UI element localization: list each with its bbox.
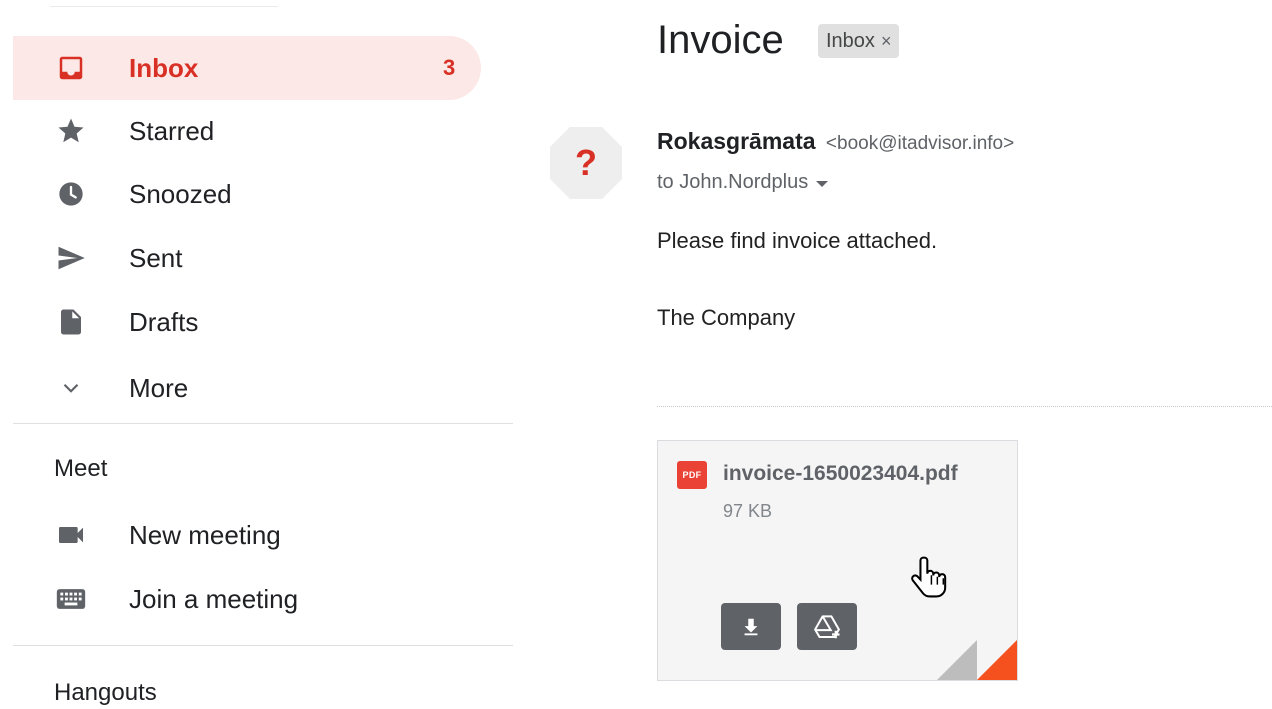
sidebar-item-label: More bbox=[129, 372, 189, 403]
add-to-drive-icon bbox=[814, 614, 840, 638]
attachment-size: 97 KB bbox=[723, 501, 773, 521]
unread-count-badge: 3 bbox=[443, 55, 456, 80]
clock-icon bbox=[53, 176, 89, 212]
email-signature: The Company bbox=[657, 305, 796, 330]
sidebar-divider bbox=[13, 423, 513, 424]
sidebar-item-label: Inbox bbox=[129, 52, 199, 83]
attachment-filename: invoice-1650023404.pdf bbox=[723, 462, 958, 485]
sidebar-item-label: Snoozed bbox=[129, 178, 232, 209]
email-subject: Invoice bbox=[657, 18, 784, 62]
label-chip-inbox[interactable]: Inbox × bbox=[818, 24, 900, 58]
pdf-icon: PDF bbox=[677, 461, 707, 489]
email-body-line: Please find invoice attached. bbox=[657, 228, 938, 253]
sender-email: <book@itadvisor.info> bbox=[825, 133, 1015, 154]
save-to-drive-button[interactable] bbox=[797, 603, 857, 650]
sidebar-item-new-meeting[interactable]: New meeting bbox=[13, 503, 481, 567]
video-camera-icon bbox=[53, 517, 89, 553]
meet-section-title: Meet bbox=[54, 455, 108, 482]
sidebar-item-label: Drafts bbox=[129, 306, 199, 337]
draft-icon bbox=[53, 304, 89, 340]
sidebar-item-label: Join a meeting bbox=[129, 583, 299, 614]
sidebar-item-join-meeting[interactable]: Join a meeting bbox=[13, 567, 481, 631]
sender-line: Rokasgrāmata <book@itadvisor.info> bbox=[657, 128, 1014, 155]
inbox-icon bbox=[53, 50, 89, 86]
hangouts-section-title: Hangouts bbox=[54, 679, 157, 706]
hand-pointer-cursor-icon bbox=[911, 556, 947, 598]
attachments-divider bbox=[657, 406, 1272, 407]
avatar-glyph: ? bbox=[575, 142, 597, 183]
sidebar-item-label: Sent bbox=[129, 242, 183, 273]
sidebar-item-sent[interactable]: Sent bbox=[13, 226, 481, 290]
sidebar-item-inbox[interactable]: Inbox 3 bbox=[13, 36, 481, 100]
download-button[interactable] bbox=[721, 603, 781, 650]
sidebar-top-divider bbox=[50, 6, 278, 7]
dropdown-arrow-icon[interactable] bbox=[816, 180, 829, 187]
sidebar-item-label: Starred bbox=[129, 115, 215, 146]
remove-label-icon[interactable]: × bbox=[881, 31, 892, 52]
sidebar-item-snoozed[interactable]: Snoozed bbox=[13, 162, 481, 226]
sender-avatar[interactable]: ? bbox=[548, 125, 624, 201]
sidebar-item-drafts[interactable]: Drafts bbox=[13, 290, 481, 354]
star-icon bbox=[53, 113, 89, 149]
sidebar-item-label: New meeting bbox=[129, 519, 281, 550]
sidebar-item-more[interactable]: More bbox=[13, 356, 481, 420]
recipient-text: to John.Nordplus bbox=[657, 171, 809, 193]
attachment-card[interactable]: PDF invoice-1650023404.pdf 97 KB bbox=[657, 440, 1018, 681]
send-icon bbox=[53, 240, 89, 276]
keyboard-icon bbox=[53, 581, 89, 617]
attachment-corner-fold bbox=[937, 640, 1017, 680]
label-chip-text: Inbox bbox=[826, 29, 875, 52]
sidebar-divider bbox=[13, 645, 513, 646]
download-icon bbox=[744, 618, 758, 635]
sender-name[interactable]: Rokasgrāmata bbox=[657, 128, 816, 154]
chevron-down-icon bbox=[53, 370, 89, 406]
recipient-details-toggle[interactable]: to John.Nordplus bbox=[657, 171, 829, 194]
sidebar-item-starred[interactable]: Starred bbox=[13, 99, 481, 163]
